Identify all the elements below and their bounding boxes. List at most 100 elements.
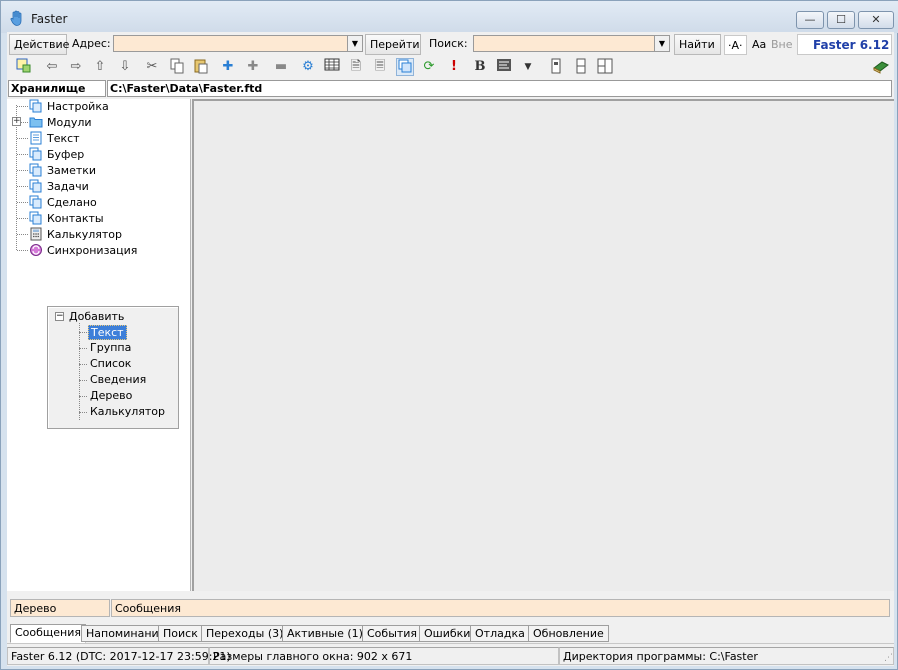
select-frame-icon[interactable] (15, 58, 33, 76)
exclamation-icon[interactable]: ! (445, 58, 463, 76)
refresh-icon[interactable]: ⟳ (420, 58, 438, 76)
tree-item-label: Калькулятор (47, 228, 122, 241)
cut-icon[interactable]: ✂ (143, 58, 161, 76)
add-root-label[interactable]: Добавить (69, 310, 124, 323)
dropdown-arrow-icon[interactable]: ▼ (519, 58, 537, 76)
bold-icon[interactable]: B (471, 58, 489, 76)
font-vne-button[interactable]: Вне (768, 35, 796, 55)
tab-events[interactable]: События (362, 625, 423, 642)
tree-connector (21, 122, 28, 123)
title-bar[interactable]: Faster — ☐ ✕ (1, 1, 898, 33)
minus-icon[interactable]: ▬ (272, 58, 290, 76)
table-icon[interactable] (323, 58, 341, 76)
tab-transitions[interactable]: Переходы (3) (201, 625, 289, 642)
tree-connector (17, 218, 28, 219)
up-arrow-icon[interactable]: ⇧ (91, 58, 109, 76)
add-panel: − Добавить Текст Группа Список Сведения … (47, 306, 179, 429)
tab-search[interactable]: Поиск (158, 625, 203, 642)
add-item-group[interactable]: Группа (88, 341, 133, 356)
chevron-down-icon[interactable]: ▼ (347, 36, 362, 51)
panel-header-bar: Дерево Сообщения (7, 599, 894, 618)
add-child-icon[interactable]: ✚ (244, 58, 262, 76)
status-program-dir: Директория программы: C:\Faster (559, 647, 894, 665)
main-content-area[interactable] (192, 99, 894, 591)
maximize-button[interactable]: ☐ (827, 11, 855, 29)
add-item-list[interactable]: Список (88, 357, 133, 372)
add-item-text[interactable]: Текст (88, 325, 127, 340)
tab-reminders[interactable]: Напоминания (81, 625, 171, 642)
find-button[interactable]: Найти (674, 34, 721, 55)
expand-modules-toggle[interactable]: + (12, 117, 21, 126)
messages-panel-header[interactable]: Сообщения (111, 599, 890, 617)
tree-connector (17, 234, 28, 235)
font-aa-button[interactable]: Aa (749, 35, 769, 55)
window-title: Faster (31, 12, 68, 26)
tree-connector (17, 250, 28, 251)
add-item-tree[interactable]: Дерево (88, 389, 134, 404)
font-a-button[interactable]: ·A· (724, 35, 747, 55)
tab-errors[interactable]: Ошибки (419, 625, 476, 642)
back-arrow-icon[interactable]: ⇦ (43, 58, 61, 76)
address-combo[interactable]: ▼ (113, 35, 363, 52)
tree-item-sync[interactable]: Синхронизация (29, 243, 137, 259)
tree-connector (17, 106, 28, 107)
address-label: Адрес: (72, 37, 111, 50)
tab-debug[interactable]: Отладка (470, 625, 530, 642)
status-version-info: Faster 6.12 (DTC: 2017-12-17 23:59:21) (7, 647, 231, 665)
doc-stack-icon (29, 211, 42, 225)
book-icon[interactable] (872, 58, 890, 76)
column-icon[interactable] (572, 58, 590, 76)
tab-update[interactable]: Обновление (528, 625, 609, 642)
note-icon[interactable] (396, 58, 414, 76)
tree-item-settings[interactable]: Настройка (29, 99, 109, 115)
tree-item-contacts[interactable]: Контакты (29, 211, 104, 227)
add-plus-icon[interactable]: ✚ (219, 58, 237, 76)
version-label: Faster 6.12 (797, 34, 892, 55)
tree-item-buffer[interactable]: Буфер (29, 147, 84, 163)
go-button[interactable]: Перейти (365, 34, 421, 55)
add-item-calculator[interactable]: Калькулятор (88, 405, 167, 420)
tree-item-label: Модули (47, 116, 92, 129)
close-button[interactable]: ✕ (858, 11, 894, 29)
add-item-info[interactable]: Сведения (88, 373, 148, 388)
settings-gear-icon[interactable]: ⚙ (299, 58, 317, 76)
tree-item-label: Сделано (47, 196, 97, 209)
collapse-add-toggle[interactable]: − (55, 312, 64, 321)
tree-item-label: Буфер (47, 148, 85, 161)
sync-icon (30, 244, 42, 256)
doc-stack-icon (29, 163, 42, 177)
action-button[interactable]: Действие (9, 34, 69, 55)
split-horizontal-icon[interactable] (596, 58, 614, 76)
popup-connector (79, 364, 87, 365)
storage-path-field[interactable]: C:\Faster\Data\Faster.ftd (107, 80, 892, 97)
tree-panel-header[interactable]: Дерево (10, 599, 110, 617)
minimize-button[interactable]: — (796, 11, 824, 29)
tree-item-modules[interactable]: Модули (29, 115, 92, 131)
copy-icon[interactable] (168, 58, 186, 76)
split-vertical-icon[interactable] (547, 58, 565, 76)
tree-item-label: Задачи (47, 180, 89, 193)
paste-icon[interactable] (192, 58, 210, 76)
maximize-icon: ☐ (836, 13, 846, 26)
forward-arrow-icon[interactable]: ⇨ (67, 58, 85, 76)
tree-connector (17, 170, 28, 171)
text-doc-icon (30, 131, 42, 145)
tree-item-label: Текст (47, 132, 80, 145)
search-combo[interactable]: ▼ (473, 35, 670, 52)
tree-item-calculator[interactable]: Калькулятор (29, 227, 122, 243)
tree-item-done[interactable]: Сделано (29, 195, 97, 211)
tab-active[interactable]: Активные (1) (282, 625, 368, 642)
tab-messages[interactable]: Сообщения (10, 624, 87, 643)
address-toolbar: Действие Адрес: ▼ Перейти Поиск: ▼ Найти… (7, 32, 894, 56)
page-lines-icon[interactable]: 🗏 (371, 58, 389, 76)
down-arrow-icon[interactable]: ⇩ (116, 58, 134, 76)
tree-item-notes[interactable]: Заметки (29, 163, 96, 179)
chevron-down-icon[interactable]: ▼ (654, 36, 669, 51)
doc-stack-icon (29, 179, 42, 193)
text-align-icon[interactable] (495, 58, 513, 76)
resize-grip-icon[interactable]: ⋰ (881, 652, 893, 664)
tree-item-text[interactable]: Текст (29, 131, 80, 147)
page-icon[interactable]: 🗎 (347, 58, 365, 76)
tree-panel[interactable]: + Настройка Модули Текст Буфер Заметки З… (7, 99, 191, 591)
tree-item-tasks[interactable]: Задачи (29, 179, 89, 195)
